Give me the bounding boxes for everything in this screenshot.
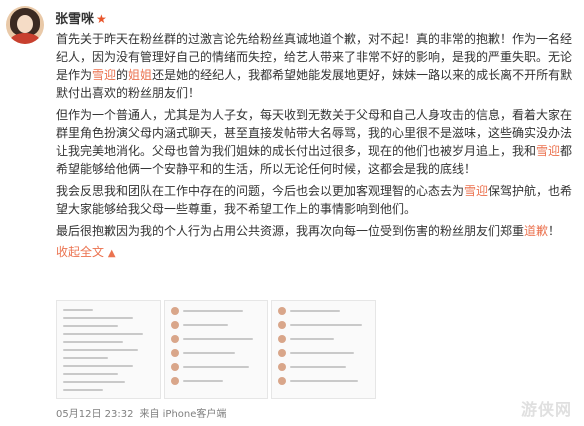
topic-link[interactable]: 雪迎 — [464, 184, 488, 198]
post-source: 来自 iPhone客户端 — [139, 409, 227, 420]
watermark-logo: 游侠网 — [520, 400, 572, 419]
username-text[interactable]: 张雪咪 — [55, 12, 94, 27]
collapse-text-link[interactable]: 收起全文 ▲ — [56, 243, 576, 263]
post-meta: 05月12日 23:32 来自 iPhone客户端 — [56, 405, 232, 420]
topic-link[interactable]: 雪迎 — [536, 144, 560, 158]
paragraph-4: 最后很抱歉因为我的个人行为占用公共资源，我再次向每一位受到伤害的粉丝朋友们郑重道… — [56, 224, 561, 238]
topic-link[interactable]: 道歉 — [524, 224, 548, 238]
chevron-up-icon: ▲ — [107, 248, 116, 259]
image-gallery — [56, 300, 377, 399]
paragraph-2: 但作为一个普通人，尤其是为人子女，每天收到无数关于父母和自己人身攻击的信息，看着… — [56, 108, 573, 176]
avatar[interactable] — [6, 6, 44, 44]
star-badge-icon: ★ — [96, 12, 107, 26]
avatar-body — [10, 33, 40, 44]
avatar-face — [17, 15, 33, 33]
chat-screenshot-image[interactable] — [163, 300, 269, 399]
post-content: 首先关于昨天在粉丝群的过激言论先给粉丝真诚地道个歉，对不起！真的非常的抱歉！作为… — [56, 30, 576, 263]
post-timestamp[interactable]: 05月12日 23:32 — [56, 409, 133, 420]
chat-screenshot-image[interactable] — [56, 300, 161, 399]
chat-screenshot-image[interactable] — [271, 300, 377, 399]
topic-link[interactable]: 雪迎 — [92, 68, 116, 82]
topic-link[interactable]: 姐姐 — [128, 68, 152, 82]
paragraph-1: 首先关于昨天在粉丝群的过激言论先给粉丝真诚地道个歉，对不起！真的非常的抱歉！作为… — [56, 32, 573, 100]
paragraph-3: 我会反思我和团队在工作中存在的问题，今后也会以更加客观理智的心态去为雪迎保驾护航… — [56, 184, 573, 216]
username[interactable]: 张雪咪 ★ — [55, 8, 107, 27]
